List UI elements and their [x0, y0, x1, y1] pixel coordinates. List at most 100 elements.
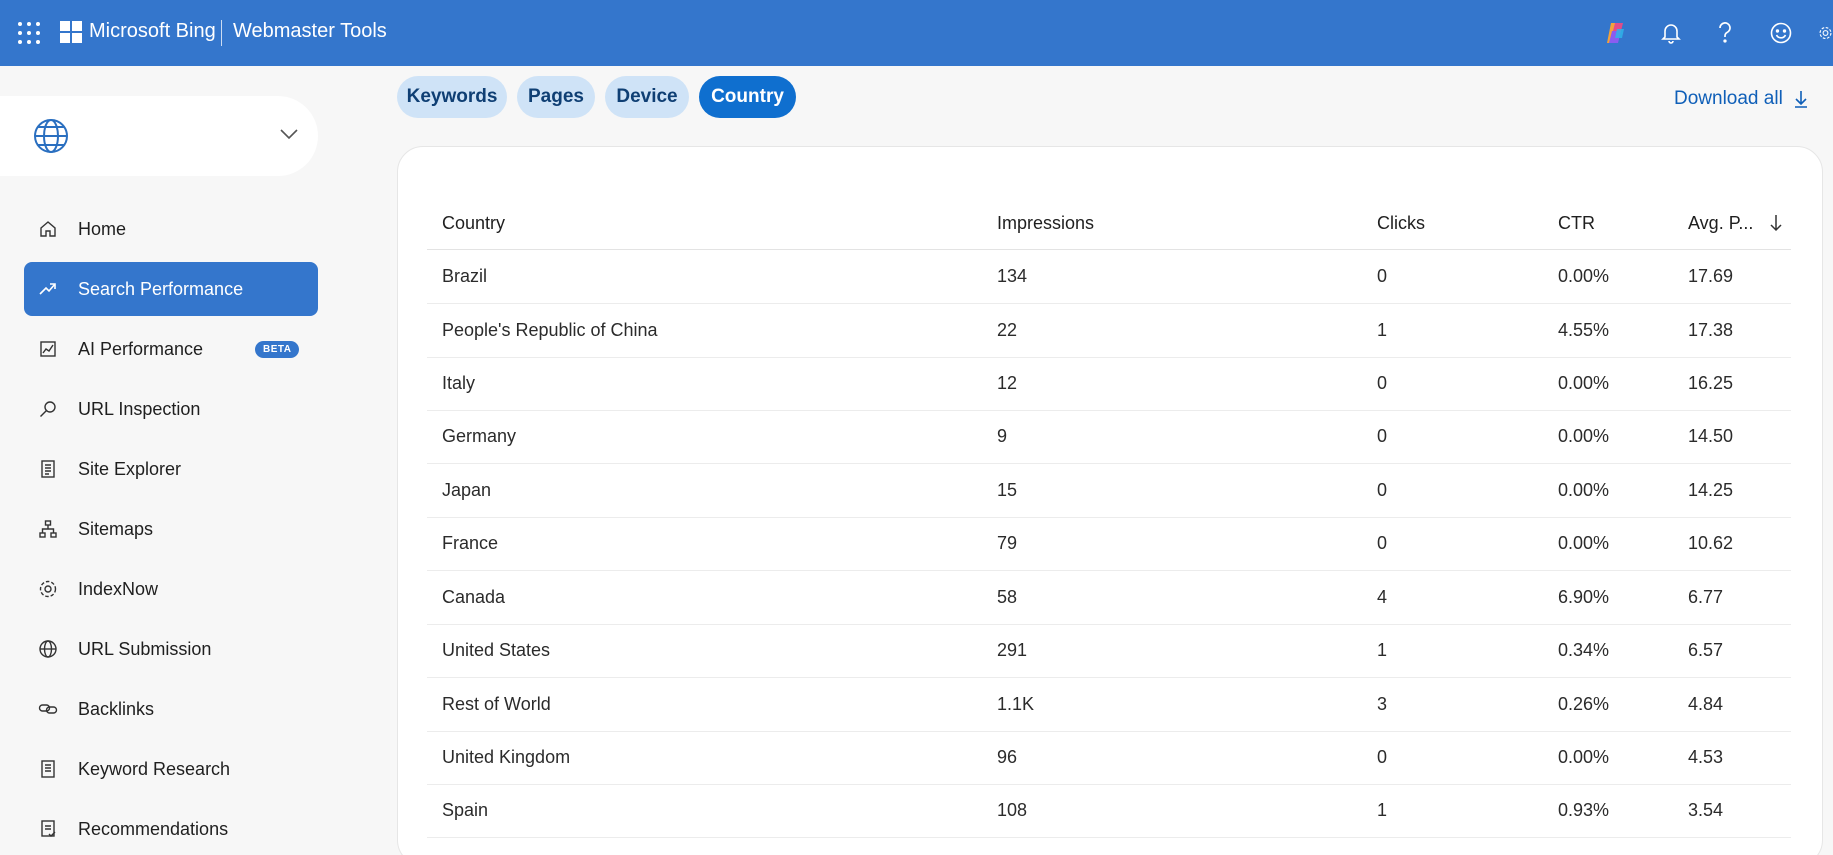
cell-clicks: 0 [1377, 533, 1388, 553]
cell-clicks: 0 [1377, 480, 1388, 500]
table-row[interactable]: Canada 58 4 6.90% 6.77 [427, 571, 1791, 625]
cell-avg-position: 16.25 [1688, 373, 1734, 393]
cell-country: France [442, 533, 499, 553]
globe-icon [34, 119, 68, 153]
column-header-clicks[interactable]: Clicks [1377, 196, 1425, 250]
document-icon [41, 460, 55, 478]
table-row[interactable]: Rest of World 1.1K 3 0.26% 4.84 [427, 678, 1791, 732]
sidebar-item-label: Recommendations [78, 819, 229, 839]
cell-ctr: 0.00% [1558, 426, 1610, 446]
table-row[interactable]: Japan 15 0 0.00% 14.25 [427, 464, 1791, 518]
column-header-impressions[interactable]: Impressions [997, 196, 1094, 250]
sidebar-item-search-performance[interactable]: Search Performance [24, 262, 318, 316]
column-header-avg-position[interactable]: Avg. P... [1688, 196, 1753, 250]
site-selector[interactable] [0, 96, 318, 176]
sidebar-item-home[interactable]: Home [24, 202, 318, 256]
cell-impressions: 15 [997, 480, 1018, 500]
cell-ctr: 0.00% [1558, 480, 1610, 500]
cell-avg-position: 17.69 [1688, 266, 1734, 286]
cell-country: Spain [442, 800, 489, 820]
download-icon [1794, 91, 1807, 108]
cell-clicks: 1 [1377, 640, 1388, 660]
cell-impressions: 9 [997, 426, 1008, 446]
tab-country[interactable]: Country [699, 76, 796, 118]
cell-clicks: 1 [1377, 320, 1388, 340]
cell-country: Italy [442, 373, 476, 393]
table-row[interactable]: United Kingdom 96 0 0.00% 4.53 [427, 731, 1791, 785]
sidebar-item-label: IndexNow [78, 579, 159, 599]
beta-badge: BETA [255, 341, 300, 358]
table-row[interactable]: Brazil 134 0 0.00% 17.69 [427, 250, 1791, 304]
sidebar-item-url-inspection[interactable]: URL Inspection [24, 382, 318, 436]
cell-impressions: 22 [997, 320, 1018, 340]
globe-icon [39, 640, 57, 658]
tab-device[interactable]: Device [605, 76, 689, 118]
sidebar-item-site-explorer[interactable]: Site Explorer [24, 442, 318, 496]
table-row[interactable]: France 79 0 0.00% 10.62 [427, 517, 1791, 571]
cell-ctr: 0.00% [1558, 533, 1610, 553]
cell-impressions: 291 [997, 640, 1028, 660]
sidebar-item-keyword-research[interactable]: Keyword Research [24, 742, 318, 796]
cell-ctr: 0.93% [1558, 800, 1610, 820]
sidebar-item-backlinks[interactable]: Backlinks [24, 682, 318, 736]
table-row[interactable]: Germany 9 0 0.00% 14.50 [427, 410, 1791, 464]
sidebar-item-url-submission[interactable]: URL Submission [24, 622, 318, 676]
sidebar-item-indexnow[interactable]: IndexNow [24, 562, 318, 616]
chevron-down-icon [280, 129, 298, 140]
cell-country: Canada [442, 587, 506, 607]
cell-impressions: 134 [997, 266, 1028, 286]
cell-ctr: 0.00% [1558, 266, 1610, 286]
home-icon [40, 221, 56, 237]
help-icon[interactable] [1710, 18, 1740, 48]
table-row[interactable]: Italy 12 0 0.00% 16.25 [427, 357, 1791, 411]
column-header-country[interactable]: Country [442, 196, 505, 250]
cell-country: People's Republic of China [442, 320, 658, 340]
smiley-icon[interactable] [1766, 18, 1796, 48]
cell-avg-position: 4.53 [1688, 747, 1724, 767]
cell-clicks: 1 [1377, 800, 1388, 820]
cell-avg-position: 17.38 [1688, 320, 1734, 340]
cell-ctr: 0.00% [1558, 747, 1610, 767]
sidebar-item-label: Site Explorer [78, 459, 182, 479]
trend-icon [39, 283, 56, 295]
cell-ctr: 0.00% [1558, 373, 1610, 393]
cell-ctr: 6.90% [1558, 587, 1610, 607]
cell-clicks: 0 [1377, 747, 1388, 767]
cell-clicks: 3 [1377, 694, 1388, 714]
sort-descending-icon[interactable] [1769, 213, 1783, 233]
cell-ctr: 0.26% [1558, 694, 1610, 714]
bell-icon[interactable] [1656, 18, 1686, 48]
brand-name[interactable]: Microsoft Bing [89, 20, 216, 43]
link-icon [38, 704, 58, 714]
cell-country: Germany [442, 426, 517, 446]
sidebar-item-recommendations[interactable]: Recommendations [24, 802, 318, 855]
product-name[interactable]: Webmaster Tools [233, 20, 387, 43]
cell-avg-position: 14.25 [1688, 480, 1734, 500]
cell-avg-position: 4.84 [1688, 694, 1724, 714]
cell-country: Rest of World [442, 694, 551, 714]
cell-country: Japan [442, 480, 492, 500]
top-bar: Microsoft Bing Webmaster Tools [0, 0, 1833, 66]
microsoft-logo-icon [60, 21, 82, 43]
cell-country: United States [442, 640, 551, 660]
sidebar-item-sitemaps[interactable]: Sitemaps [24, 502, 318, 556]
table-row[interactable]: People's Republic of China 22 1 4.55% 17… [427, 304, 1791, 358]
waffle-icon[interactable] [18, 22, 40, 44]
sidebar-item-ai-performance[interactable]: AI Performance BETA [24, 322, 318, 376]
cell-country: United Kingdom [442, 747, 571, 767]
sidebar-item-label: AI Performance [78, 339, 204, 359]
settings-icon[interactable] [1818, 18, 1833, 48]
brand-divider [221, 20, 222, 46]
copilot-icon[interactable] [1601, 18, 1631, 48]
tab-keywords[interactable]: Keywords [397, 76, 507, 118]
sitemap-icon [39, 520, 57, 538]
chart-frame-icon [40, 341, 56, 357]
download-all-button[interactable]: Download all [1674, 88, 1809, 110]
column-header-ctr[interactable]: CTR [1558, 196, 1595, 250]
sidebar-item-label: Home [78, 219, 127, 239]
cell-country: Brazil [442, 266, 488, 286]
table-row[interactable]: Spain 108 1 0.93% 3.54 [427, 784, 1791, 838]
tab-pages[interactable]: Pages [517, 76, 595, 118]
sidebar-item-label: Search Performance [78, 279, 244, 299]
table-row[interactable]: United States 291 1 0.34% 6.57 [427, 624, 1791, 678]
